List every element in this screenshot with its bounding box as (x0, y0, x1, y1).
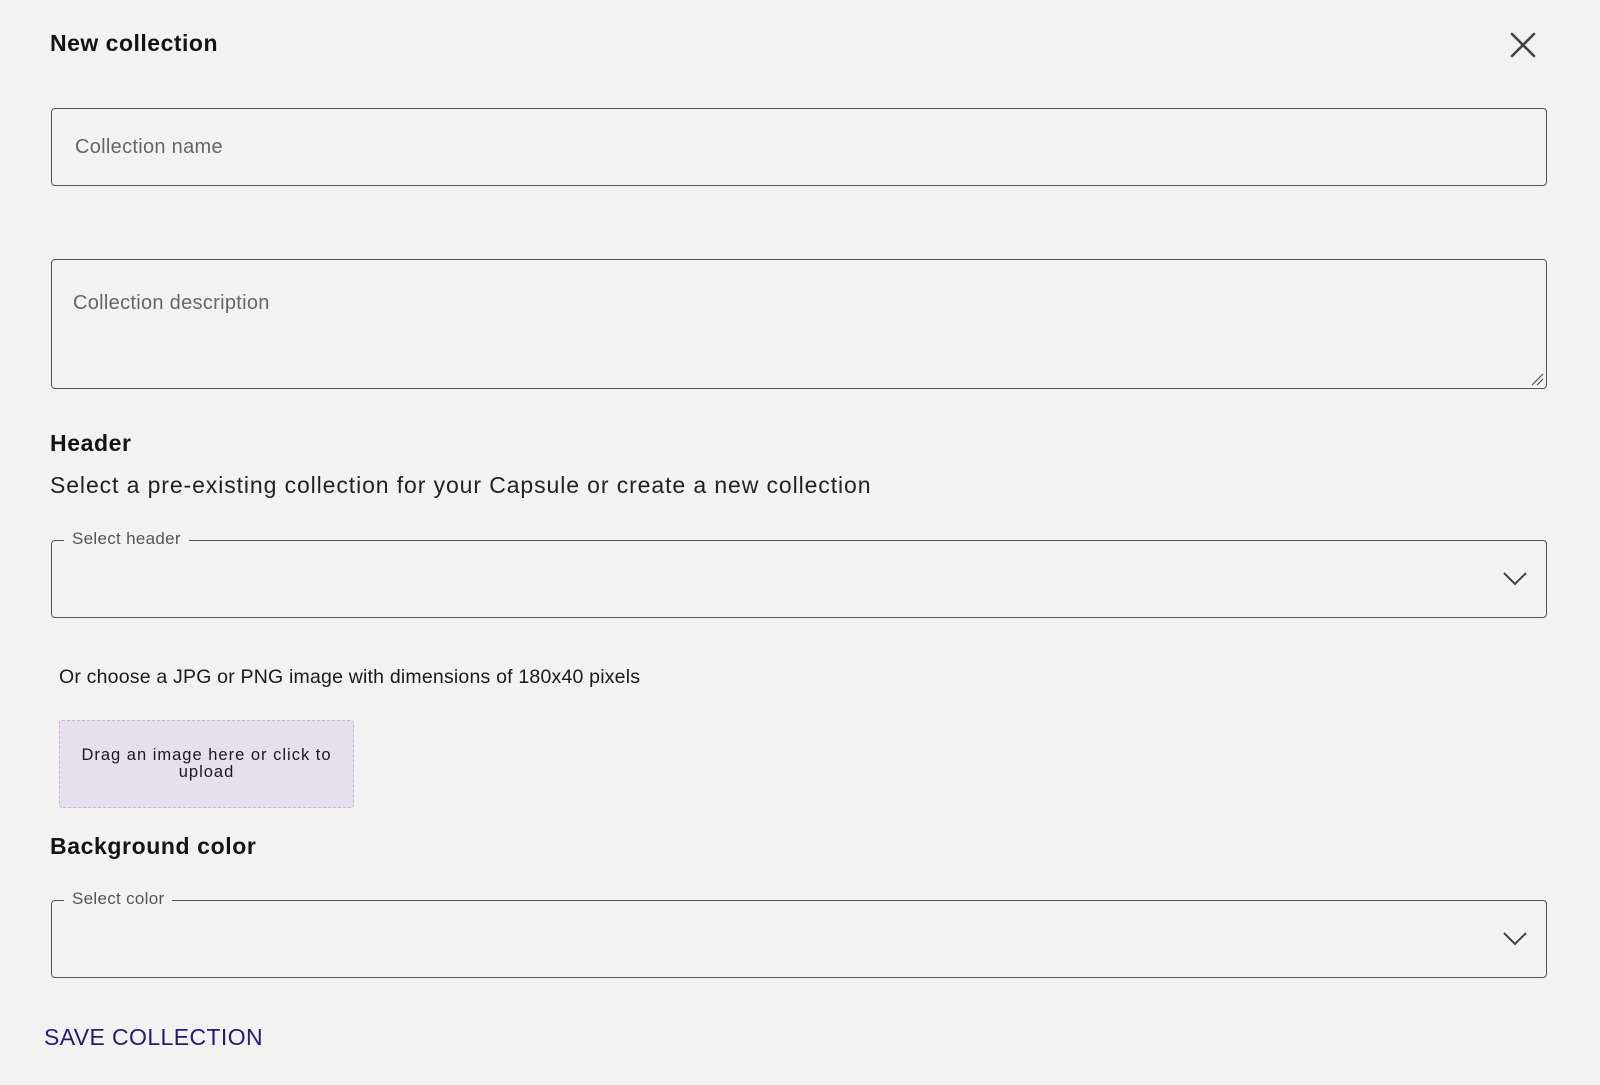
chevron-down-icon (1503, 932, 1527, 946)
select-header-dropdown[interactable]: Select header (51, 529, 1547, 618)
resize-handle-icon[interactable] (1530, 372, 1544, 386)
collection-description-input[interactable] (52, 260, 1546, 388)
image-dropzone[interactable]: Drag an image here or click to upload (59, 720, 354, 808)
header-section-subtitle: Select a pre-existing collection for you… (50, 472, 872, 498)
collection-description-field (51, 259, 1547, 389)
collection-name-field (51, 108, 1547, 186)
header-section-heading: Header (50, 430, 132, 456)
dropzone-text: Drag an image here or click to upload (81, 746, 332, 781)
chevron-down-icon (1503, 572, 1527, 586)
collection-name-input[interactable] (52, 109, 1546, 185)
close-icon (1510, 32, 1536, 58)
select-header-label: Select header (64, 529, 189, 549)
select-color-dropdown[interactable]: Select color (51, 889, 1547, 978)
new-collection-dialog: New collection Header Select a pre-exist… (0, 0, 1600, 1085)
select-color-label: Select color (64, 889, 173, 909)
dialog-title: New collection (50, 30, 219, 56)
save-collection-button[interactable]: SAVE COLLECTION (44, 1024, 263, 1051)
close-button[interactable] (1505, 28, 1541, 62)
background-color-heading: Background color (50, 833, 257, 859)
image-upload-hint: Or choose a JPG or PNG image with dimens… (59, 666, 641, 688)
